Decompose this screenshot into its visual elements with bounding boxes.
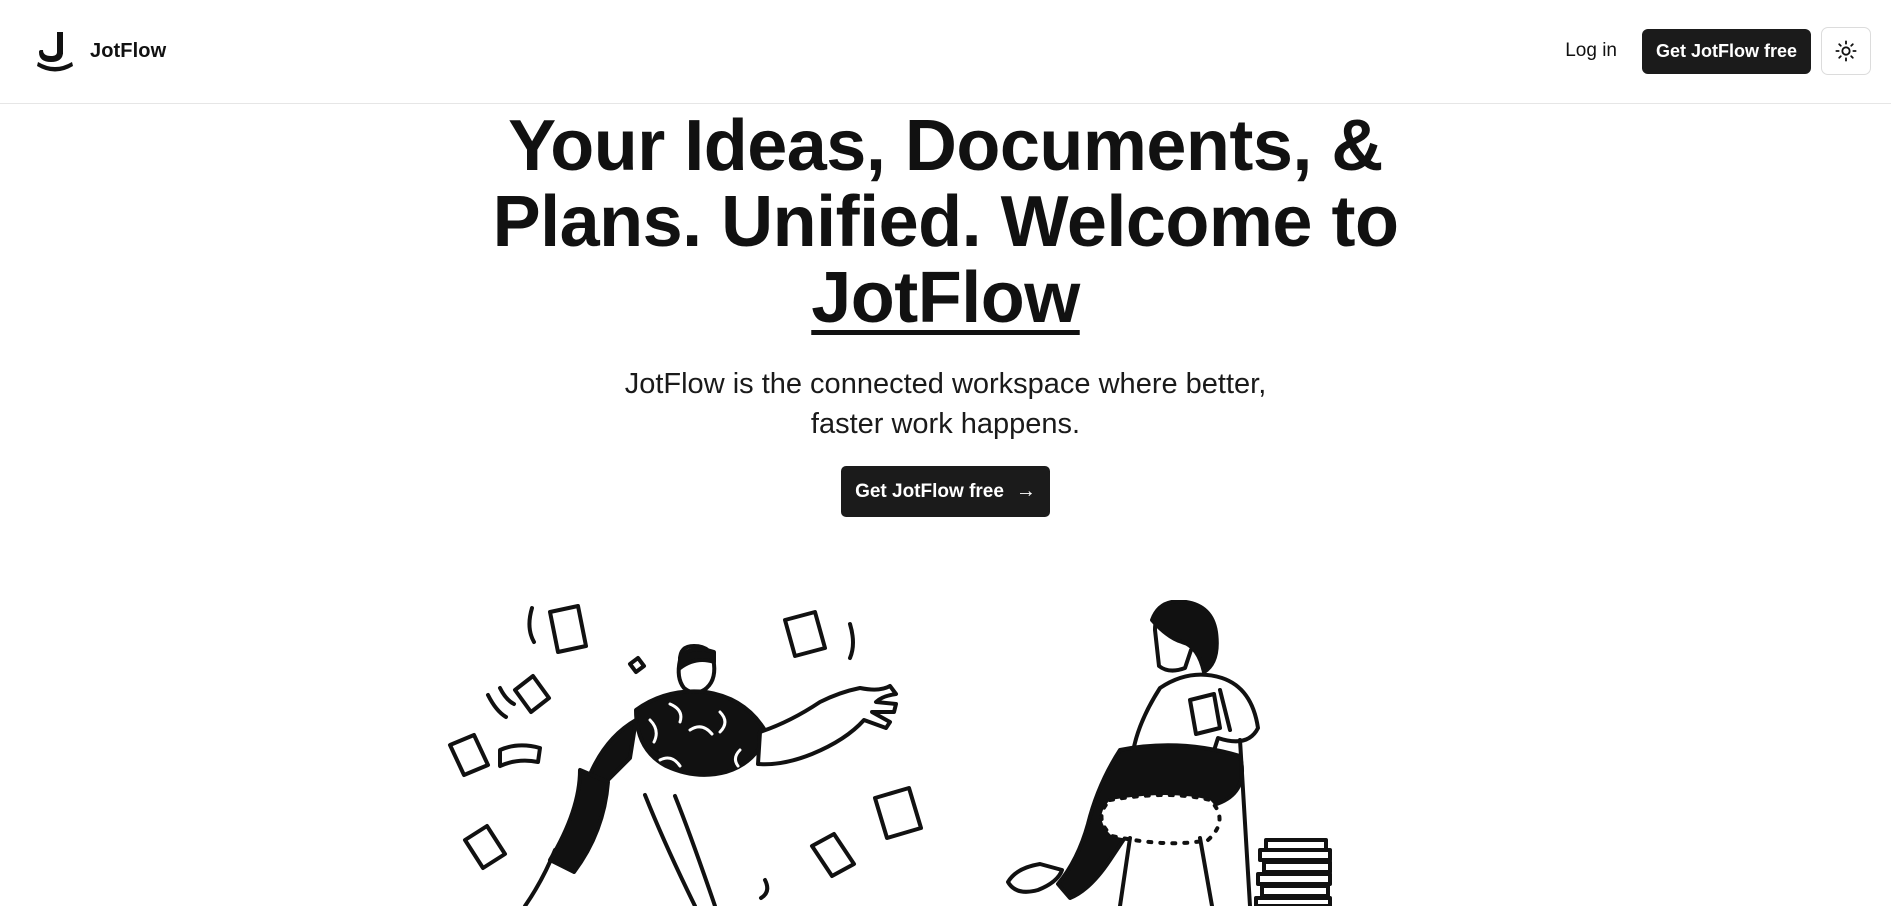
hero-title: Your Ideas, Documents, & Plans. Unified.… — [456, 104, 1436, 336]
theme-toggle-button[interactable] — [1821, 27, 1871, 75]
hero-illustration — [448, 600, 1332, 906]
hero-section: Your Ideas, Documents, & Plans. Unified.… — [0, 104, 1891, 517]
book-stack-illustration — [1254, 838, 1332, 906]
hero-subtitle: JotFlow is the connected workspace where… — [624, 368, 1267, 440]
reading-woman-illustration — [1006, 600, 1260, 906]
nav-actions: Log in Get JotFlow free — [1565, 27, 1871, 75]
hero-get-jotflow-free-button[interactable]: Get JotFlow free → — [841, 466, 1050, 517]
hero-title-text: Your Ideas, Documents, & Plans. Unified.… — [492, 106, 1399, 262]
top-navbar: JotFlow Log in Get JotFlow free — [0, 0, 1891, 104]
brand-home-link[interactable]: JotFlow — [36, 30, 166, 72]
sun-icon — [1835, 40, 1857, 62]
arrow-right-icon: → — [1015, 480, 1036, 502]
login-link[interactable]: Log in — [1565, 40, 1617, 62]
brand-name: JotFlow — [90, 39, 167, 62]
get-jotflow-free-button[interactable]: Get JotFlow free — [1642, 28, 1811, 74]
hero-title-brand: JotFlow — [811, 258, 1080, 338]
hero-cta-label: Get JotFlow free — [855, 480, 1004, 502]
jotflow-logo-icon — [37, 32, 73, 72]
